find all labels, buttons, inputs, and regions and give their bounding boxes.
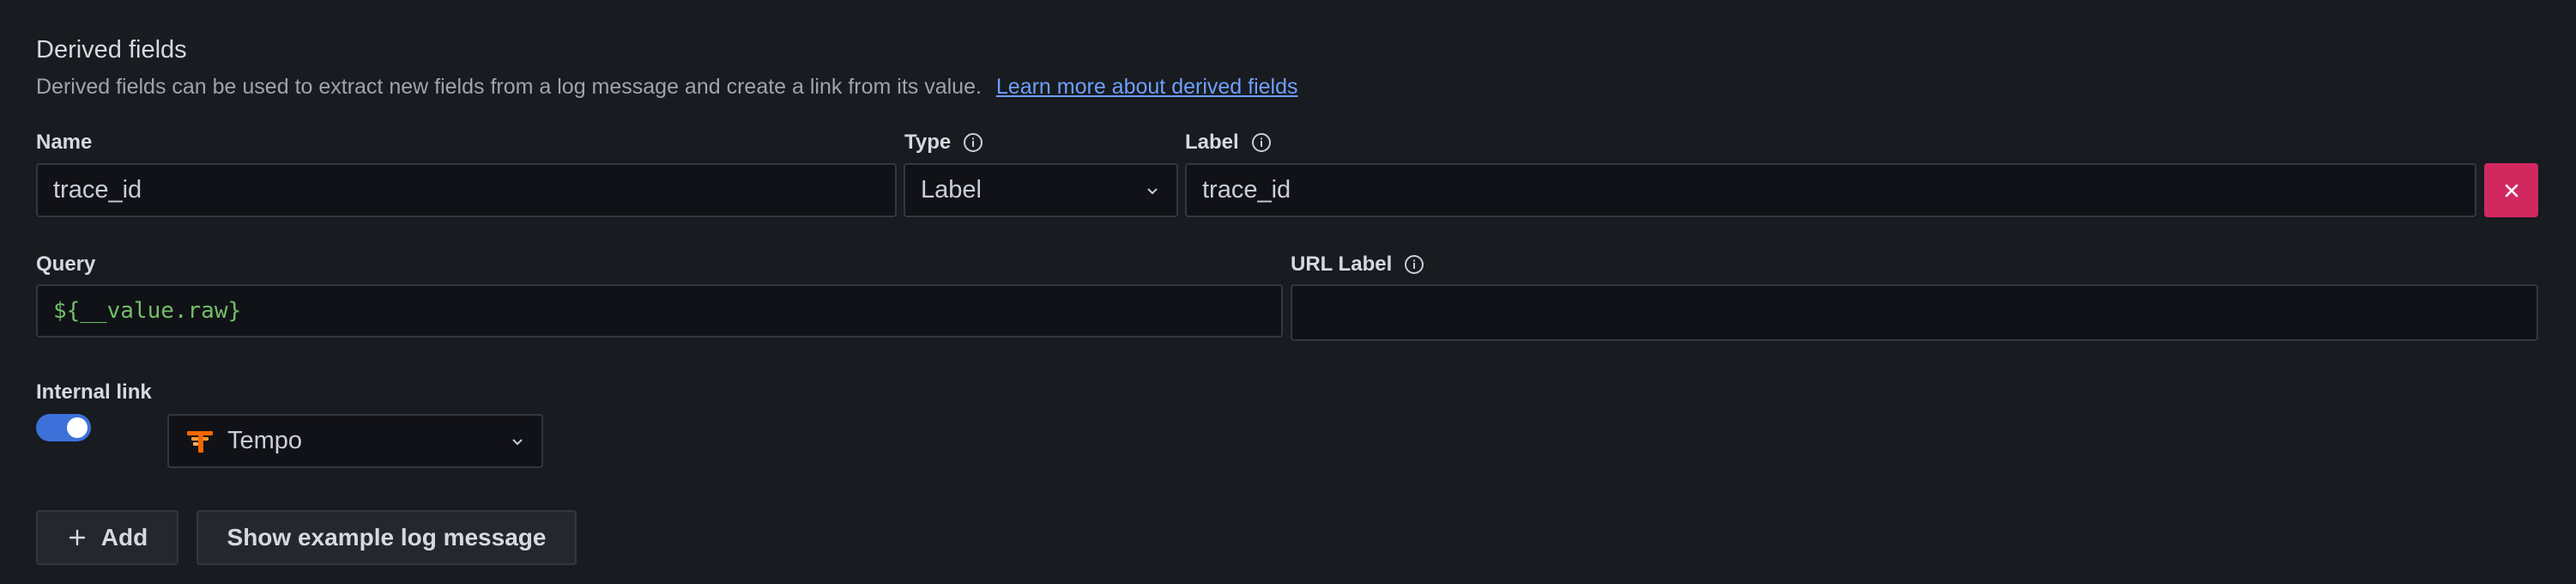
internal-link-toggle[interactable]	[36, 414, 91, 441]
info-circle-icon[interactable]	[963, 132, 983, 153]
type-select[interactable]: Label	[904, 163, 1178, 217]
url-label-label: URL Label	[1291, 250, 1424, 279]
name-input[interactable]: trace_id	[36, 163, 897, 217]
chevron-down-icon	[1147, 187, 1158, 194]
chevron-down-icon	[512, 438, 523, 445]
name-label-text: Name	[36, 131, 93, 154]
plus-icon	[69, 529, 85, 546]
type-select-value: Label	[921, 176, 982, 204]
close-icon	[2505, 184, 2518, 197]
query-label: Query	[36, 250, 95, 279]
description-text: Derived fields can be used to extract ne…	[36, 75, 982, 99]
add-button[interactable]: Add	[36, 510, 178, 565]
type-label-text: Type	[904, 131, 952, 154]
toggle-knob	[67, 417, 88, 438]
info-circle-icon[interactable]	[1251, 132, 1272, 153]
name-label: Name	[36, 128, 92, 157]
url-label-label-text: URL Label	[1291, 252, 1393, 276]
datasource-select[interactable]: Tempo	[167, 414, 543, 468]
url-label-input[interactable]	[1291, 284, 2538, 341]
query-label-text: Query	[36, 252, 96, 276]
remove-field-button[interactable]	[2484, 163, 2538, 217]
show-example-log-button[interactable]: Show example log message	[197, 510, 577, 565]
datasource-name: Tempo	[227, 427, 303, 454]
query-input[interactable]: ${__value.raw}	[36, 284, 1283, 338]
add-button-label: Add	[100, 524, 148, 551]
label-label-text: Label	[1185, 131, 1239, 154]
section-title: Derived fields	[36, 36, 187, 64]
learn-more-link[interactable]: Learn more about derived fields	[996, 75, 1298, 99]
derived-fields-panel: Derived fields Derived fields can be use…	[0, 0, 2576, 584]
info-circle-icon[interactable]	[1404, 254, 1424, 275]
section-description: Derived fields can be used to extract ne…	[36, 72, 1298, 101]
label-input[interactable]: trace_id	[1185, 163, 2476, 217]
type-label: Type	[904, 128, 983, 157]
internal-link-label: Internal link	[36, 378, 152, 407]
tempo-logo-icon	[187, 430, 213, 453]
internal-link-label-text: Internal link	[36, 380, 152, 404]
label-label: Label	[1185, 128, 1272, 157]
